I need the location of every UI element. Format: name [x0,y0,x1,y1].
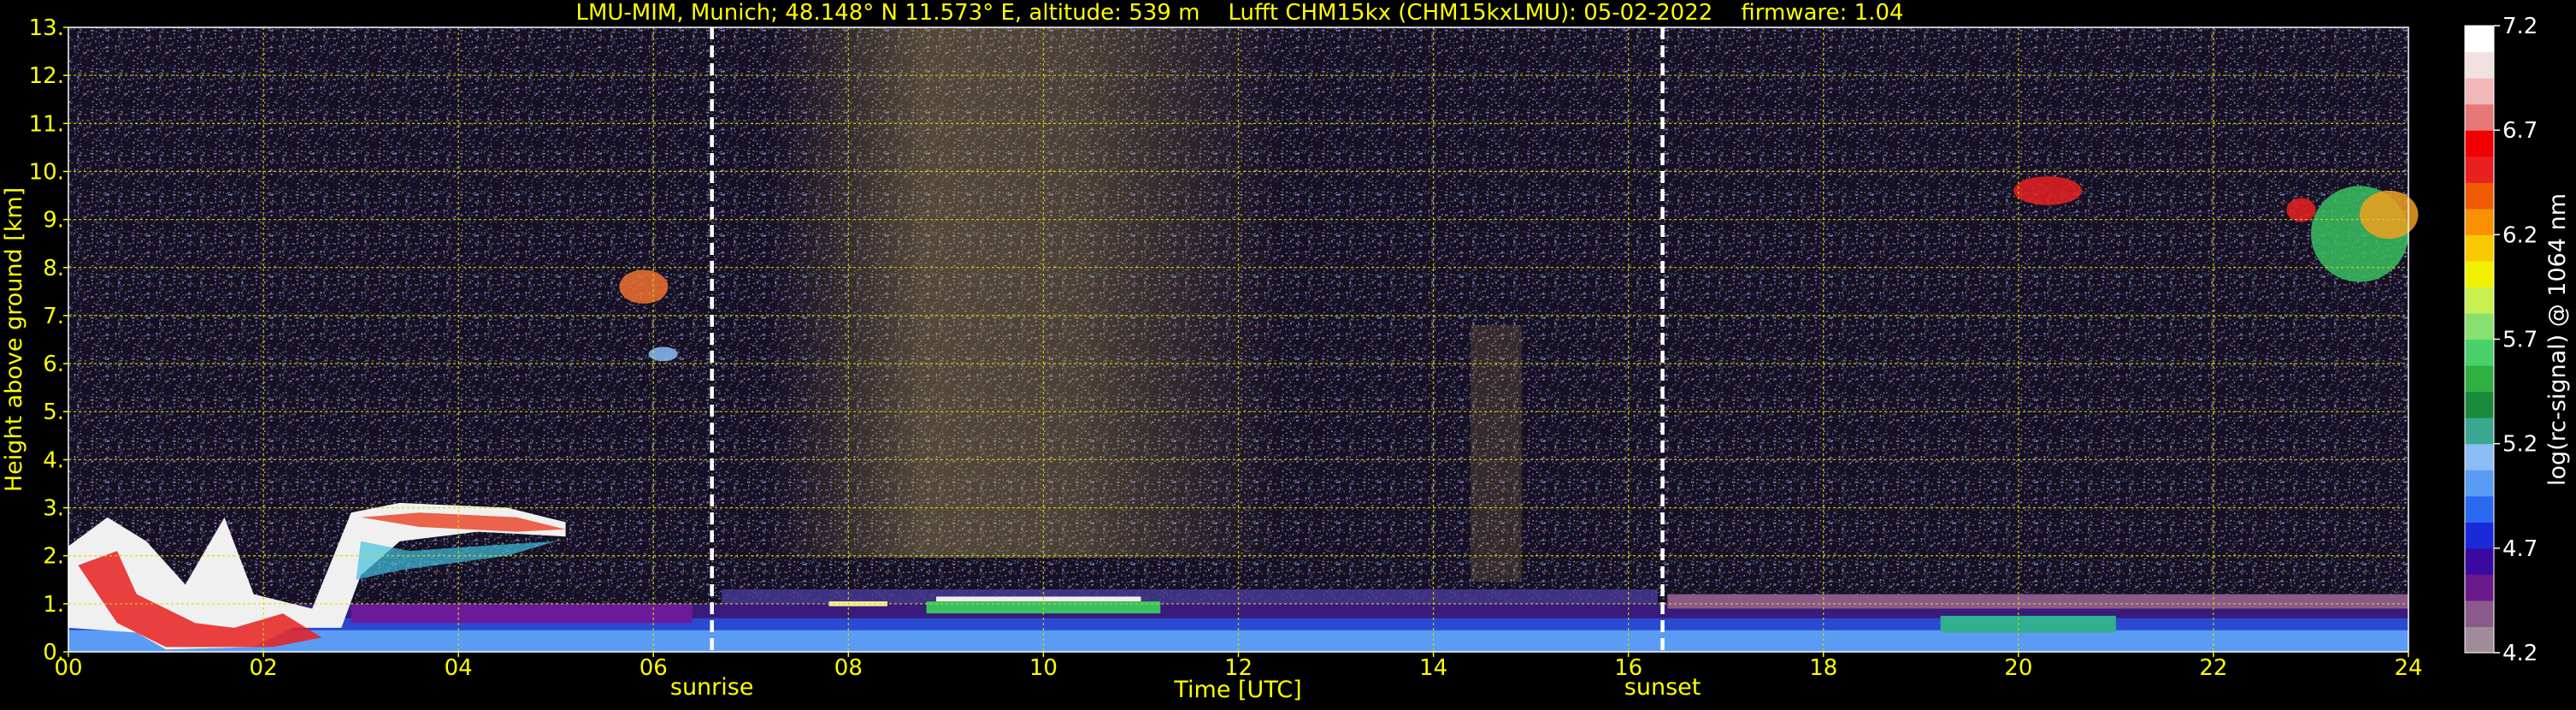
x-tick-label: 02 [250,655,278,681]
colorbar-label: log(rc-signal) @ 1064 nm [2544,193,2571,486]
y-axis-label: Height above ground [km] [1,187,27,492]
ceilometer-chart: sunrise sunset 00 02 04 06 08 10 12 14 16 18 20 22 24… [0,0,2576,707]
y-tick-label: 13. [29,15,64,41]
layer-yellow-band [828,601,887,606]
colorbar-swatch [2465,600,2494,627]
x-tick-label: 24 [2394,655,2422,681]
colorbar-swatch [2465,443,2494,470]
colorbar-swatch [2465,391,2494,418]
colorbar-tick-label: 4.7 [2502,536,2538,562]
chart-title: LMU-MIM, Munich; 48.148° N 11.573° E, al… [575,0,1903,26]
x-axis-label: Time [UTC] [1173,677,1301,703]
y-tick-label: 0. [43,640,64,666]
high-cloud-patch [648,346,678,362]
colorbar-swatch [2465,182,2494,210]
colorbar [2464,25,2495,654]
high-cloud-patch [2359,190,2419,240]
colorbar-swatch [2465,339,2494,366]
colorbar-swatch [2465,626,2494,654]
x-tick-label: 16 [1614,655,1642,681]
y-tick-label: 5. [43,399,64,425]
x-tick-label: 04 [445,655,473,681]
x-tick-label: 06 [640,655,668,681]
y-tick-label: 7. [43,304,64,329]
layer-purple-morning [351,603,693,624]
colorbar-swatch [2465,287,2494,314]
x-tick-label: 20 [2004,655,2032,681]
colorbar-tick-label: 5.2 [2502,432,2538,458]
high-cloud-patch [2013,176,2082,205]
colorbar-tick-labels: 4.2 4.7 5.2 5.7 6.2 6.7 7.2 [2494,14,2538,666]
y-tick-label: 1. [43,592,64,618]
colorbar-swatch [2465,26,2494,53]
x-tick-label: 18 [1809,655,1837,681]
layer-mauve-evening [1667,594,2408,609]
plume-haze [769,27,1282,558]
y-tick-label: 12. [29,63,64,89]
colorbar-swatch [2465,208,2494,235]
colorbar-swatch [2465,522,2494,549]
colorbar-swatch [2465,547,2494,575]
colorbar-swatch [2465,104,2494,131]
colorbar-swatch [2465,234,2494,262]
x-tick-label: 22 [2199,655,2227,681]
y-tick-labels: 0. 1. 2. 3. 4. 5. 6. 7. 8. 9. 10. 11. 12. 13. [29,15,68,666]
y-tick-label: 9. [43,208,64,234]
chart-svg: sunrise sunset 00 02 04 06 08 10 12 14 16 18 20 22 24… [1,0,2571,703]
colorbar-swatch [2465,78,2494,105]
high-cloud-patch [2286,198,2316,222]
colorbar-tick-label: 4.2 [2502,641,2538,666]
y-tick-label: 8. [43,256,64,281]
colorbar-swatch [2465,260,2494,287]
high-cloud-patch [619,269,669,304]
colorbar-tick-label: 7.2 [2502,14,2538,39]
layer-teal-evening [1940,615,2116,633]
colorbar-swatch [2465,470,2494,497]
x-tick-label: 08 [834,655,863,681]
colorbar-swatch [2465,313,2494,340]
colorbar-tick-label: 6.2 [2502,222,2538,248]
colorbar-swatch [2465,51,2494,79]
y-tick-label: 4. [43,447,64,473]
colorbar-swatch [2465,156,2494,183]
y-tick-label: 3. [43,496,64,522]
colorbar-tick-label: 5.7 [2502,328,2538,353]
colorbar-swatch [2465,130,2494,157]
layer-white-band [935,596,1141,602]
y-tick-label: 6. [43,352,64,377]
colorbar-swatch [2465,365,2494,393]
colorbar-tick-label: 6.7 [2502,118,2538,144]
y-tick-label: 11. [29,111,64,137]
colorbar-swatch [2465,417,2494,445]
marker-label: sunrise [670,674,754,701]
colorbar-swatch [2465,495,2494,523]
y-tick-label: 2. [43,544,64,570]
x-tick-label: 14 [1419,655,1447,681]
colorbar-swatch [2465,574,2494,601]
x-tick-label: 10 [1029,655,1058,681]
y-tick-label: 10. [29,159,64,185]
